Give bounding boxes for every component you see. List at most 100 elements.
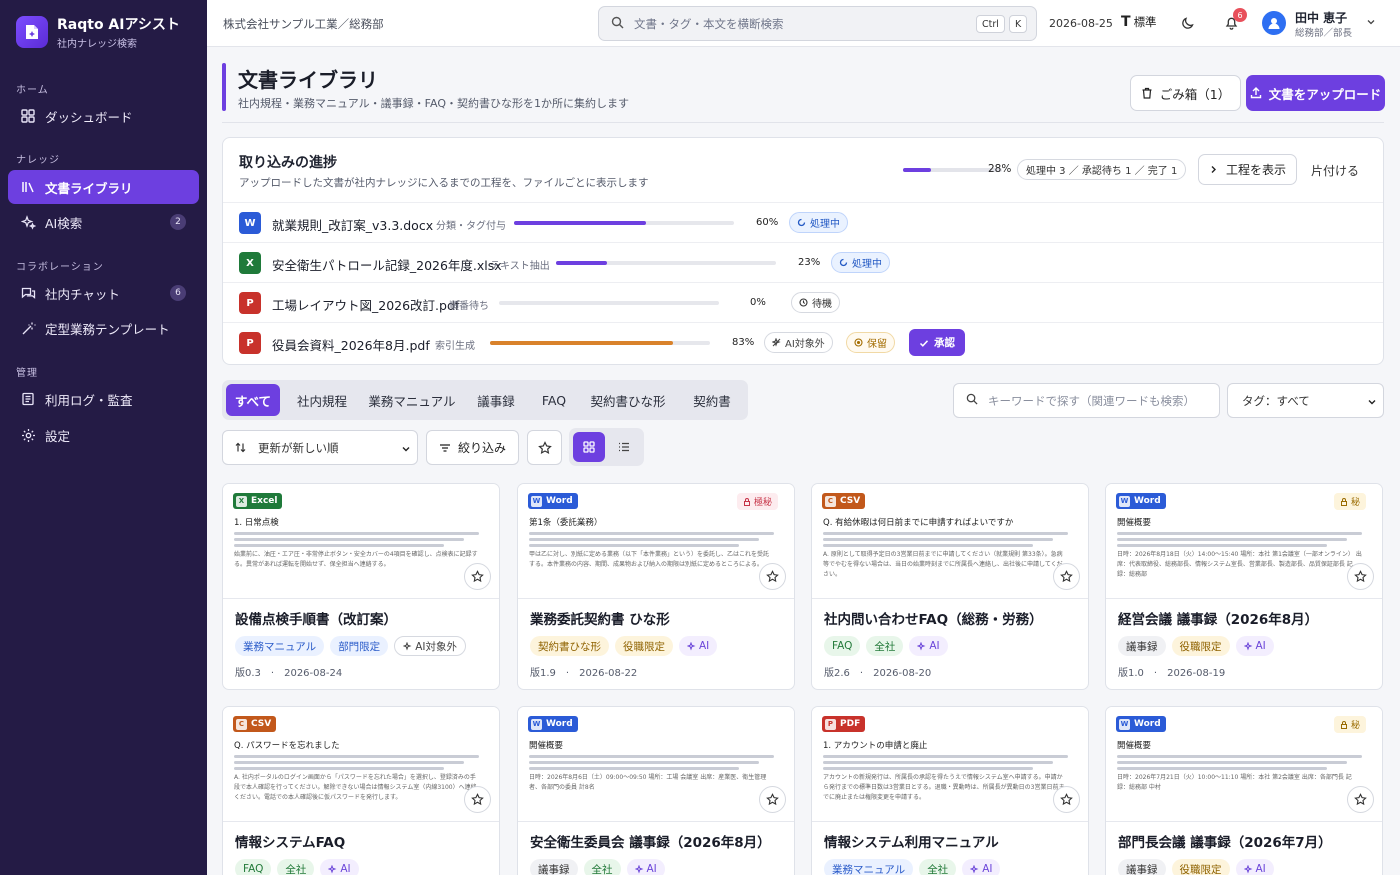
favorite-button[interactable]: [1053, 786, 1080, 813]
grid-view-button[interactable]: [573, 432, 605, 462]
filter-button[interactable]: 絞り込み: [426, 430, 519, 465]
document-preview[interactable]: W Word 秘開催概要 日時：2026年7月21日（火）10:00〜11:10 場所…: [1106, 707, 1382, 822]
tag[interactable]: AI対象外: [394, 636, 466, 656]
trash-button[interactable]: ごみ箱（1）: [1130, 75, 1241, 111]
document-card[interactable]: W Word 秘開催概要 日時：2026年7月21日（火）10:00〜11:10 場所…: [1105, 706, 1383, 875]
document-card[interactable]: W Word 開催概要 日時：2026年8月6日（土）09:00〜09:50 場所：工…: [517, 706, 795, 875]
document-card[interactable]: C CSV Q. パスワードを忘れました A. 社内ポータルのログイン画面から「パスワ…: [222, 706, 500, 875]
tag[interactable]: 役職限定: [1171, 636, 1230, 656]
preview-line: [823, 767, 1033, 770]
keyword-search-input[interactable]: キーワードで探す（関連ワードも検索）: [953, 383, 1220, 418]
tab-faq[interactable]: FAQ: [532, 384, 576, 416]
tab-manuals[interactable]: 業務マニュアル: [364, 384, 460, 416]
file-name[interactable]: 役員会資料_2026年8月.pdf: [272, 335, 430, 354]
tag[interactable]: 議事録: [1118, 859, 1166, 875]
tab-contracts[interactable]: 契約書: [680, 384, 744, 416]
sparkle-icon: [970, 864, 979, 874]
sidebar-item-dashboard[interactable]: ダッシュボード: [8, 99, 199, 133]
star-icon: [1060, 793, 1073, 806]
tag[interactable]: 契約書ひな形: [530, 636, 609, 656]
tab-contract-templates[interactable]: 契約書ひな形: [580, 384, 676, 416]
document-preview[interactable]: X Excel 1. 日常点検 始業前に、油圧・エア圧・非常停止ボタン・安全カバーの4…: [223, 484, 499, 599]
list-view-button[interactable]: [608, 432, 640, 462]
document-title[interactable]: 安全衛生委員会 議事録（2026年8月）: [530, 831, 771, 851]
show-steps-button[interactable]: 工程を表示: [1198, 154, 1297, 185]
tag[interactable]: 議事録: [530, 859, 578, 875]
tag[interactable]: AI: [1235, 859, 1274, 875]
tag[interactable]: 業務マニュアル: [824, 859, 914, 875]
sidebar-item-chat[interactable]: 社内チャット 6: [8, 276, 199, 310]
grid-icon: [583, 441, 595, 453]
global-search-input[interactable]: 文書・タグ・本文を横断検索 Ctrl K: [598, 6, 1037, 41]
brand[interactable]: Raqto AIアシスト 社内ナレッジ検索: [16, 14, 180, 50]
tag[interactable]: 全社: [919, 859, 957, 875]
document-preview[interactable]: C CSV Q. パスワードを忘れました A. 社内ポータルのログイン画面から「パスワ…: [223, 707, 499, 822]
tab-all[interactable]: すべて: [226, 384, 280, 416]
confidential-label: 極秘: [753, 498, 772, 508]
avatar[interactable]: [1262, 11, 1286, 35]
chevron-down-icon[interactable]: [1366, 16, 1376, 30]
tag[interactable]: AI: [679, 636, 718, 656]
file-name[interactable]: 工場レイアウト図_2026改訂.pdf: [272, 295, 459, 314]
document-title[interactable]: 業務委託契約書 ひな形: [530, 608, 670, 628]
tag[interactable]: 全社: [277, 859, 315, 875]
tag[interactable]: 役職限定: [1171, 859, 1230, 875]
tag[interactable]: AI: [909, 636, 948, 656]
favorite-button[interactable]: [759, 786, 786, 813]
clear-button[interactable]: 片付ける: [1311, 162, 1359, 179]
document-preview[interactable]: C CSV Q. 有給休暇は何日前までに申請すればよいですか A. 原則として取得予定…: [812, 484, 1088, 599]
sidebar-item-templates[interactable]: 定型業務テンプレート: [8, 311, 199, 345]
file-name[interactable]: 安全衛生パトロール記録_2026年度.xlsx: [272, 255, 502, 274]
tag[interactable]: 全社: [583, 859, 621, 875]
document-preview[interactable]: P PDF 1. アカウントの申請と廃止 アカウントの新規発行は、所属長の承認を得たう…: [812, 707, 1088, 822]
sort-select[interactable]: 更新が新しい順: [222, 430, 418, 465]
tag[interactable]: AI: [626, 859, 665, 875]
document-title[interactable]: 情報システム利用マニュアル: [824, 831, 999, 851]
document-card[interactable]: X Excel 1. 日常点検 始業前に、油圧・エア圧・非常停止ボタン・安全カバーの4…: [222, 483, 500, 690]
dark-mode-button[interactable]: [1177, 13, 1199, 35]
favorite-button[interactable]: [464, 786, 491, 813]
favorite-button[interactable]: [1347, 563, 1374, 590]
confidential-badge: 秘: [1333, 716, 1366, 733]
document-title[interactable]: 情報システムFAQ: [235, 831, 345, 851]
tag[interactable]: 全社: [866, 636, 904, 656]
tag[interactable]: FAQ: [235, 859, 272, 875]
tag[interactable]: 業務マニュアル: [235, 636, 325, 656]
upload-button[interactable]: 文書をアップロード: [1246, 75, 1385, 111]
document-preview[interactable]: W Word 開催概要 日時：2026年8月6日（土）09:00〜09:50 場所：工…: [518, 707, 794, 822]
user-name[interactable]: 田中 恵子: [1295, 9, 1347, 26]
tag[interactable]: AI: [320, 859, 359, 875]
tag-select[interactable]: タグ：すべて: [1227, 383, 1384, 418]
category-tabs: すべて 社内規程 業務マニュアル 議事録 FAQ 契約書ひな形 契約書: [222, 380, 748, 420]
font-size-toggle[interactable]: T 標準: [1121, 14, 1157, 30]
document-card[interactable]: C CSV Q. 有給休暇は何日前までに申請すればよいですか A. 原則として取得予定…: [811, 483, 1089, 690]
sidebar-item-ai-search[interactable]: AI検索 2: [8, 205, 199, 239]
document-card[interactable]: W Word 極秘 第1条（委託業務） 甲は乙に対し、別紙に定める業務（以下「本件業務」…: [517, 483, 795, 690]
document-title[interactable]: 経営会議 議事録（2026年8月）: [1118, 608, 1318, 628]
document-card[interactable]: W Word 秘開催概要 日時：2026年8月18日（火）14:00〜15:40 場所…: [1105, 483, 1383, 690]
document-title[interactable]: 設備点検手順書（改訂案）: [235, 608, 397, 628]
tag[interactable]: 議事録: [1118, 636, 1166, 656]
sidebar-item-library[interactable]: 文書ライブラリ: [8, 170, 199, 204]
document-title[interactable]: 社内問い合わせFAQ（総務・労務）: [824, 608, 1043, 628]
document-card[interactable]: P PDF 1. アカウントの申請と廃止 アカウントの新規発行は、所属長の承認を得たう…: [811, 706, 1089, 875]
document-title[interactable]: 部門長会議 議事録（2026年7月）: [1118, 831, 1332, 851]
favorite-button[interactable]: [1347, 786, 1374, 813]
file-name[interactable]: 就業規則_改訂案_v3.3.docx: [272, 215, 433, 234]
document-preview[interactable]: W Word 秘開催概要 日時：2026年8月18日（火）14:00〜15:40 場所…: [1106, 484, 1382, 599]
sidebar-item-audit-log[interactable]: 利用ログ・監査: [8, 382, 199, 416]
approve-button[interactable]: 承認: [909, 329, 965, 356]
favorites-filter-button[interactable]: [527, 430, 562, 465]
tab-regulations[interactable]: 社内規程: [284, 384, 360, 416]
tag[interactable]: AI: [962, 859, 1001, 875]
favorite-button[interactable]: [1053, 563, 1080, 590]
tab-minutes[interactable]: 議事録: [464, 384, 528, 416]
tag[interactable]: AI: [1235, 636, 1274, 656]
sidebar-item-settings[interactable]: 設定: [8, 418, 199, 452]
document-preview[interactable]: W Word 極秘 第1条（委託業務） 甲は乙に対し、別紙に定める業務（以下「本件業務」…: [518, 484, 794, 599]
favorite-button[interactable]: [464, 563, 491, 590]
tag[interactable]: 役職限定: [615, 636, 673, 656]
tag[interactable]: FAQ: [824, 636, 861, 656]
tag[interactable]: 部門限定: [330, 636, 389, 656]
favorite-button[interactable]: [759, 563, 786, 590]
